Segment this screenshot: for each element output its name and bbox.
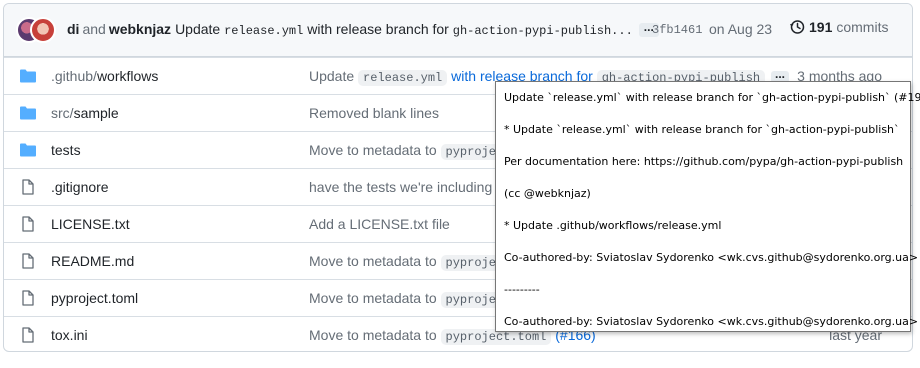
message-text[interactable]: Move to metadata to — [309, 142, 437, 158]
message-code[interactable]: pyproje — [440, 255, 501, 271]
commit-message-tooltip: Update `release.yml` with release branch… — [495, 81, 920, 332]
tooltip-line: Co-authored-by: Sviatoslav Sydorenko <wk… — [504, 251, 919, 264]
file-name-link[interactable]: LICENSE.txt — [51, 216, 130, 232]
message-text[interactable]: Move to metadata to — [309, 253, 437, 269]
tooltip-line: (cc @webknjaz) — [504, 187, 591, 200]
avatar-stack[interactable] — [16, 17, 56, 43]
file-name-link[interactable]: tox.ini — [51, 327, 88, 343]
history-icon — [790, 20, 805, 34]
tooltip-line: Per documentation here: https://github.c… — [504, 155, 904, 168]
tooltip-line: Co-authored-by: Sviatoslav Sydorenko <wk… — [504, 315, 919, 328]
commit-message-link[interactable]: Move to metadata to pyproje — [309, 142, 501, 160]
folder-icon — [20, 143, 36, 157]
file-icon — [22, 179, 34, 195]
tooltip-line: * Update `release.yml` with release bran… — [504, 123, 900, 136]
and-text: and — [82, 21, 106, 37]
file-name-link[interactable]: tests — [51, 142, 81, 158]
tooltip-line: * Update .github/workflows/release.yml — [504, 219, 722, 232]
commit-message-link[interactable]: have the tests we're including — [309, 179, 492, 195]
commits-count[interactable]: 191 — [809, 19, 832, 35]
file-icon — [22, 216, 34, 232]
commit-sha-link[interactable]: 3fb1461 — [652, 23, 702, 37]
tooltip-line: --------- — [504, 283, 540, 296]
folder-icon — [20, 106, 36, 120]
commit-message-code[interactable]: release.yml — [224, 24, 303, 38]
message-text[interactable]: Move to metadata to — [309, 290, 437, 306]
author-link[interactable]: webknjaz — [109, 21, 171, 37]
commit-message-link[interactable]: Update release.yml with release branch f… — [175, 21, 633, 38]
file-name-link[interactable]: .github/workflows — [51, 68, 158, 84]
commits-label[interactable]: commits — [836, 19, 888, 35]
message-text[interactable]: Update — [309, 68, 354, 84]
commit-message-link[interactable]: Move to metadata to pyproje — [309, 253, 501, 271]
commit-message-code[interactable]: gh-action-pypi-publish... — [453, 24, 633, 38]
latest-commit-bar: di and webknjaz Update release.yml with rel… — [4, 4, 912, 57]
message-code[interactable]: release.yml — [358, 70, 448, 86]
path-name[interactable]: sample — [74, 105, 119, 121]
avatar[interactable] — [30, 17, 56, 43]
path-prefix[interactable]: src/ — [51, 105, 74, 121]
tooltip-line: Update `release.yml` with release branch… — [504, 91, 920, 104]
file-name-link[interactable]: pyproject.toml — [51, 290, 138, 306]
file-name-link[interactable]: src/sample — [51, 105, 119, 121]
file-name-link[interactable]: README.md — [51, 253, 134, 269]
commit-summary: di and webknjaz Update release.yml with rel… — [67, 21, 659, 38]
path-prefix[interactable]: .github/ — [51, 68, 97, 84]
commit-message-text[interactable]: with release branch for — [307, 21, 449, 37]
commit-message-text[interactable]: Update — [175, 21, 220, 37]
file-name-link[interactable]: .gitignore — [51, 179, 109, 195]
commit-message-link[interactable]: Move to metadata to pyproje — [309, 290, 501, 308]
commit-date: on Aug 23 — [709, 21, 773, 37]
file-icon — [22, 290, 34, 306]
author-link[interactable]: di — [67, 21, 79, 37]
commit-message-link[interactable]: Removed blank lines — [309, 105, 439, 121]
path-name[interactable]: workflows — [97, 68, 158, 84]
file-icon — [22, 253, 34, 269]
commits-history-link[interactable]: 191 commits — [789, 19, 888, 35]
message-code[interactable]: pyproje — [440, 292, 501, 308]
folder-icon — [20, 69, 36, 83]
message-text[interactable]: Move to metadata to — [309, 327, 437, 343]
file-icon — [22, 327, 34, 343]
message-code[interactable]: pyproje — [440, 144, 501, 160]
commit-message-link[interactable]: Add a LICENSE.txt file — [309, 216, 450, 232]
